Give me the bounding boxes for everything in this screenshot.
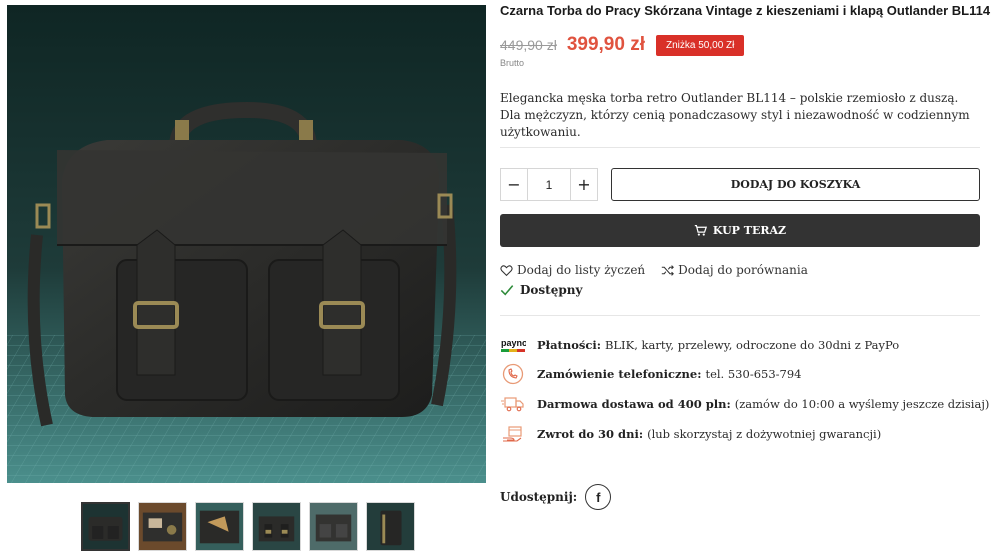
discount-badge: Zniżka 50,00 Zł [656, 34, 745, 56]
share-label: Udostępnij: [500, 490, 578, 504]
thumbnail-3[interactable] [195, 502, 244, 551]
feature-text: tel. 530-653-794 [705, 367, 802, 381]
feature-payments: paynow Płatności : BLIK, karty, przelewy… [500, 334, 899, 356]
compare-link[interactable]: Dodaj do porównania [661, 263, 808, 277]
feature-text: (zamów do 10:00 a wyślemy jeszcze dzisia… [734, 397, 990, 411]
feature-text: (lub skorzystaj z dożywotniej gwarancji) [647, 427, 882, 441]
share-section: Udostępnij: f [500, 484, 612, 510]
thumbnail-2[interactable] [138, 502, 187, 551]
add-to-cart-button[interactable]: DODAJ DO KOSZYKA [611, 168, 980, 201]
feature-label: Zwrot do 30 dni [537, 427, 639, 441]
thumbnail-1[interactable] [81, 502, 130, 551]
price-row: 449,90 zł 399,90 zł Zniżka 50,00 Zł [500, 34, 745, 56]
product-description: Elegancka męska torba retro Outlander BL… [500, 91, 970, 139]
thumbnail-4[interactable] [252, 502, 301, 551]
feature-label: Zamówienie telefoniczne [537, 367, 698, 381]
buy-now-button[interactable]: KUP TERAZ [500, 214, 980, 247]
secondary-actions: Dodaj do listy życzeń Dodaj do porównani… [500, 263, 808, 277]
leather-bag-photo [7, 5, 486, 483]
phone-order-icon [500, 363, 526, 385]
feature-phone-order: Zamówienie telefoniczne : tel. 530-653-7… [500, 363, 802, 385]
quantity-stepper: − 1 + [500, 168, 598, 201]
old-price: 449,90 zł [500, 37, 557, 53]
thumbnail-6[interactable] [366, 502, 415, 551]
availability-label: Dostępny [520, 283, 583, 297]
product-main-image[interactable] [7, 5, 486, 483]
thumbnail-5[interactable] [309, 502, 358, 551]
quantity-decrease-button[interactable]: − [501, 169, 527, 200]
svg-text:paynow: paynow [501, 338, 526, 348]
feature-returns: Zwrot do 30 dni : (lub skorzystaj z doży… [500, 423, 881, 445]
heart-icon [500, 264, 513, 276]
wishlist-link[interactable]: Dodaj do listy życzeń [500, 263, 645, 277]
delivery-truck-icon [500, 393, 526, 415]
thumbnail-strip [81, 502, 415, 551]
divider [500, 147, 980, 148]
facebook-icon: f [596, 489, 601, 505]
wishlist-label: Dodaj do listy życzeń [517, 263, 646, 277]
shuffle-icon [661, 264, 675, 276]
feature-free-delivery: Darmowa dostawa od 400 pln : (zamów do 1… [500, 393, 989, 415]
checkmark-icon [500, 285, 514, 296]
feature-text: BLIK, karty, przelewy, odroczone do 30dn… [604, 338, 900, 352]
compare-label: Dodaj do porównania [678, 263, 808, 277]
cart-icon [694, 225, 707, 236]
current-price: 399,90 zł [566, 34, 645, 55]
tax-note: Brutto [500, 58, 525, 68]
facebook-share-button[interactable]: f [585, 484, 612, 510]
divider [500, 315, 980, 316]
return-box-icon [500, 423, 526, 445]
availability-status: Dostępny [500, 283, 582, 297]
quantity-input[interactable]: 1 [527, 169, 571, 200]
product-title: Czarna Torba do Pracy Skórzana Vintage z… [500, 3, 991, 18]
feature-label: Darmowa dostawa od 400 pln [537, 397, 727, 411]
buy-now-label: KUP TERAZ [712, 224, 787, 237]
paynow-logo: paynow [500, 334, 526, 356]
quantity-increase-button[interactable]: + [571, 169, 597, 200]
feature-label: Płatności [537, 338, 597, 352]
